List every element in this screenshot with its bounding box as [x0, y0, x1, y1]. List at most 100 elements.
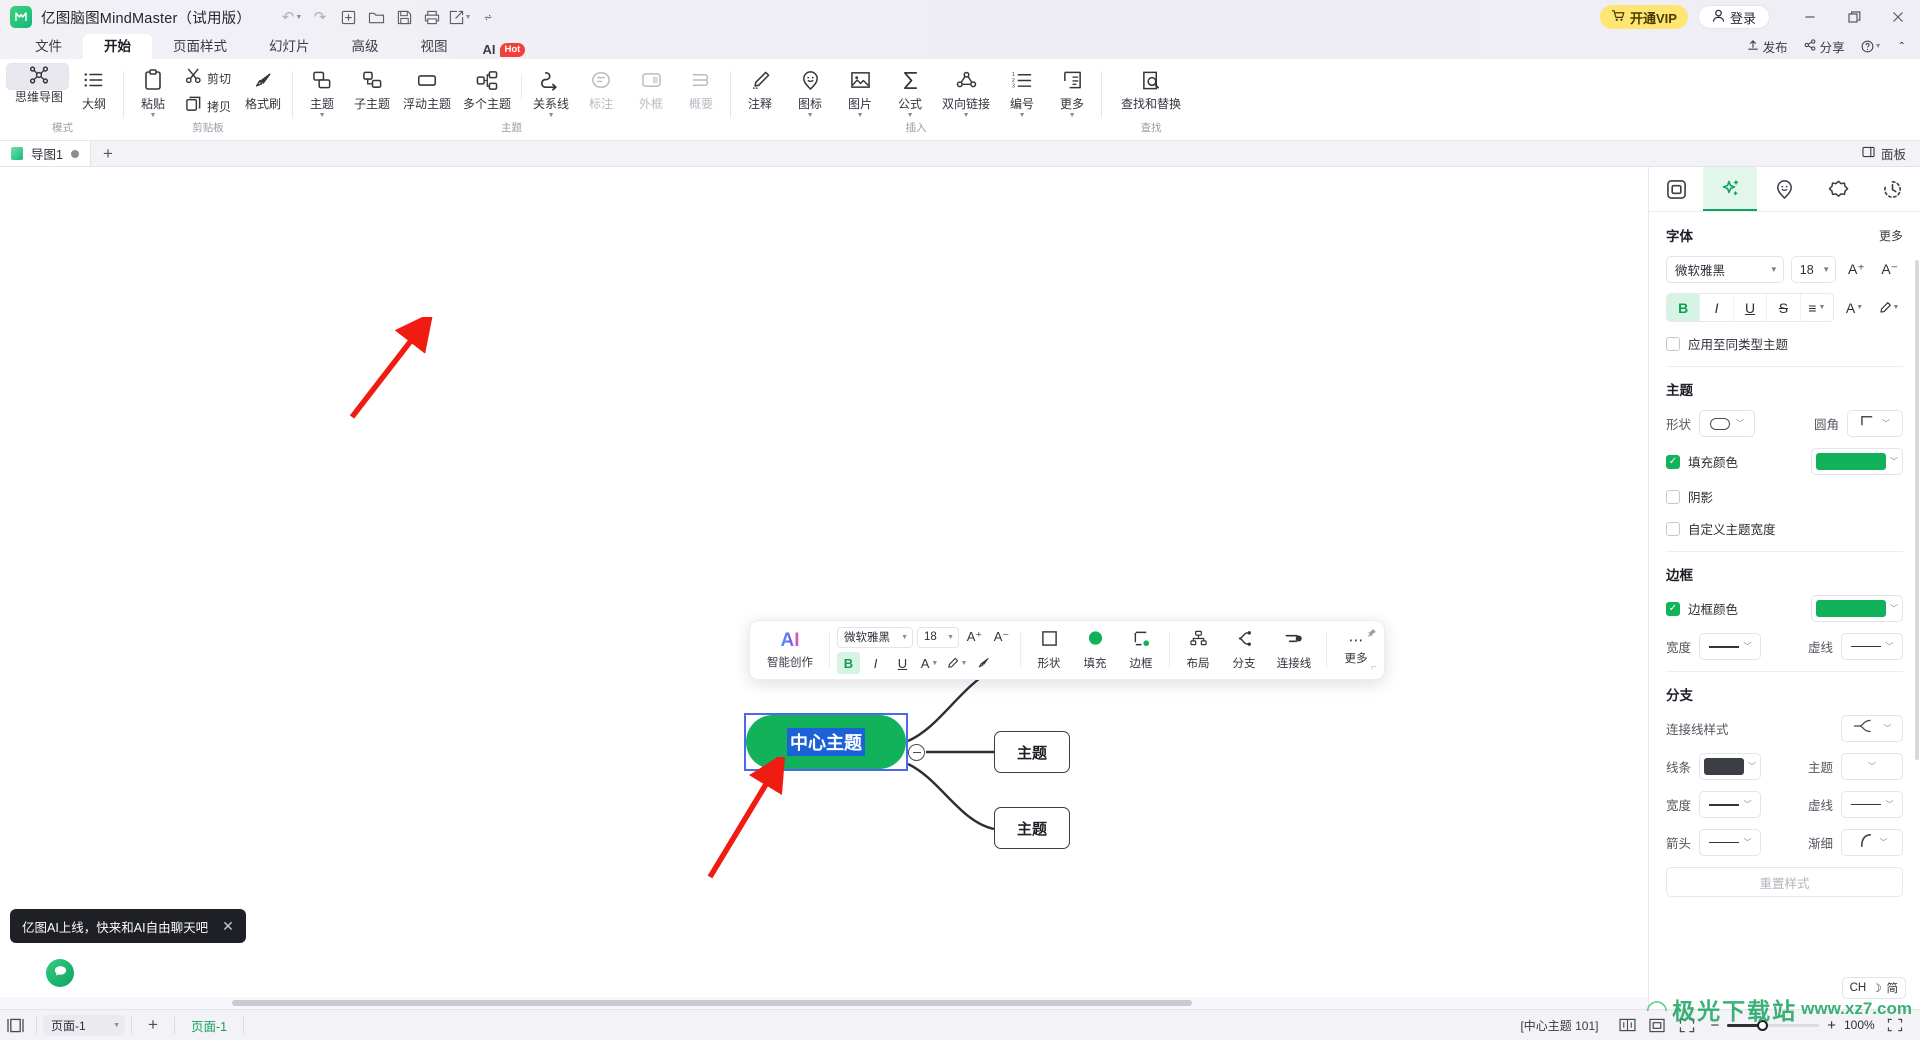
align-button[interactable]: ≡ ▼: [1801, 294, 1833, 321]
tab-slideshow[interactable]: 幻灯片: [248, 34, 331, 59]
chevron-down-icon[interactable]: ▼: [1019, 112, 1026, 119]
tab-icons[interactable]: [1757, 167, 1811, 211]
right-panel-scrollbar[interactable]: [1915, 260, 1919, 760]
tab-history[interactable]: [1866, 167, 1920, 211]
branch-width-select[interactable]: ﹀: [1699, 791, 1762, 818]
customize-toolbar-button[interactable]: ⩫: [475, 5, 501, 29]
topic-node-2[interactable]: 主题: [994, 731, 1070, 773]
close-icon[interactable]: ✕: [222, 918, 234, 935]
font-size-select[interactable]: 18 ▼: [917, 626, 959, 648]
underline-button[interactable]: U: [1734, 294, 1768, 321]
branch-topic-select[interactable]: ﹀: [1841, 753, 1903, 780]
print-button[interactable]: [419, 5, 445, 29]
corner-select[interactable]: ﹀: [1847, 410, 1903, 437]
fit-window-button[interactable]: [1880, 1010, 1910, 1040]
fullscreen-button[interactable]: [1672, 1010, 1702, 1040]
floating-topic-button[interactable]: 浮动主题: [397, 63, 457, 119]
zoom-slider-knob[interactable]: [1757, 1019, 1769, 1031]
tab-page[interactable]: [1649, 167, 1703, 211]
resize-icon[interactable]: ⌐: [1371, 662, 1377, 673]
chevron-down-icon[interactable]: ▼: [1069, 112, 1076, 119]
chevron-down-icon[interactable]: ▼: [548, 112, 555, 119]
format-painter-button[interactable]: 格式刷: [238, 63, 288, 119]
open-button[interactable]: [363, 5, 389, 29]
tab-style[interactable]: [1703, 167, 1758, 211]
redo-button[interactable]: ↷: [307, 5, 333, 29]
maximize-button[interactable]: [1832, 0, 1876, 34]
mindmap-button[interactable]: 思维导图: [6, 63, 70, 104]
font-more-link[interactable]: 更多: [1879, 227, 1903, 244]
outline-button[interactable]: 大纲: [69, 63, 119, 119]
tab-home[interactable]: 开始: [83, 34, 152, 59]
page-select[interactable]: 页面-1 ▼: [43, 1014, 125, 1036]
decrease-font-size-button[interactable]: A⁻: [990, 626, 1013, 648]
cut-button[interactable]: 剪切: [178, 64, 238, 92]
canvas-hscroll-thumb[interactable]: [232, 1000, 1192, 1006]
icon-button[interactable]: 图标 ▼: [785, 63, 835, 119]
tab-advanced[interactable]: 高级: [331, 34, 400, 59]
new-button[interactable]: [335, 5, 361, 29]
chevron-down-icon[interactable]: ▼: [807, 112, 814, 119]
font-size-select[interactable]: 18 ▼: [1790, 256, 1837, 283]
find-replace-button[interactable]: 查找和替换: [1106, 63, 1196, 119]
highlight-color-button[interactable]: ▼: [1875, 294, 1902, 321]
shape-button[interactable]: 形状: [1028, 630, 1070, 671]
book-view-button[interactable]: [1612, 1010, 1642, 1040]
branch-arrow-select[interactable]: ﹀: [1699, 829, 1762, 856]
collapse-ribbon-button[interactable]: ⌃: [1898, 41, 1906, 52]
font-color-button[interactable]: A ▼: [918, 652, 941, 674]
ime-status-badge[interactable]: CH ☽ 简: [1841, 977, 1906, 999]
more-insert-button[interactable]: 更多 ▼: [1047, 63, 1097, 119]
relationship-line-button[interactable]: 关系线 ▼: [526, 63, 576, 119]
fill-color-select[interactable]: ﹀: [1811, 448, 1903, 475]
chevron-down-icon[interactable]: ▼: [907, 112, 914, 119]
bold-button[interactable]: B: [837, 652, 860, 674]
highlight-button[interactable]: ▼: [945, 652, 968, 674]
boundary-button[interactable]: 外框: [626, 63, 676, 119]
topic-button[interactable]: 主题 ▼: [297, 63, 347, 119]
center-topic-selection-frame[interactable]: 中心主题: [744, 713, 908, 771]
chevron-down-icon[interactable]: ▼: [319, 112, 326, 119]
add-page-button[interactable]: +: [138, 1010, 168, 1040]
shadow-checkbox[interactable]: 阴影: [1666, 487, 1903, 506]
italic-button[interactable]: I: [1700, 294, 1734, 321]
ai-chat-fab[interactable]: [46, 959, 74, 987]
doc-tab-1[interactable]: 导图1: [0, 141, 91, 166]
panel-toggle-button[interactable]: 面板: [1862, 141, 1920, 166]
tab-page-style[interactable]: 页面样式: [152, 34, 248, 59]
font-family-select[interactable]: 微软雅黑 ▼: [1666, 256, 1784, 283]
custom-width-checkbox[interactable]: 自定义主题宽度: [1666, 519, 1903, 538]
increase-font-size-button[interactable]: A⁺: [1843, 256, 1869, 283]
subtopic-button[interactable]: 子主题: [347, 63, 397, 119]
border-button[interactable]: 边框: [1120, 630, 1162, 671]
mindmap-canvas[interactable]: 主题 主题 主题 中心主题 AI 智能创作: [0, 167, 1648, 1009]
ai-menu-entry[interactable]: AI Hot: [483, 42, 526, 57]
page-chip[interactable]: 页面-1: [181, 1016, 237, 1035]
decrease-font-size-button[interactable]: A⁻: [1877, 256, 1903, 283]
tab-decorations[interactable]: [1812, 167, 1866, 211]
close-button[interactable]: [1876, 0, 1920, 34]
format-painter-button[interactable]: [972, 652, 995, 674]
formula-button[interactable]: 公式 ▼: [885, 63, 935, 119]
apply-same-type-checkbox[interactable]: 应用至同类型主题: [1666, 334, 1903, 353]
login-button[interactable]: 登录: [1697, 5, 1770, 29]
branch-taper-select[interactable]: ﹀: [1841, 829, 1903, 856]
reset-style-button[interactable]: 重置样式: [1666, 867, 1903, 897]
italic-button[interactable]: I: [864, 652, 887, 674]
pin-icon[interactable]: [1366, 628, 1377, 642]
save-button[interactable]: [391, 5, 417, 29]
border-color-checkbox[interactable]: 边框颜色: [1666, 599, 1738, 618]
publish-button[interactable]: 发布: [1747, 37, 1788, 56]
topic-node-3[interactable]: 主题: [994, 807, 1070, 849]
tab-view[interactable]: 视图: [400, 34, 469, 59]
shape-select[interactable]: ﹀: [1699, 410, 1756, 437]
branch-dash-select[interactable]: ﹀: [1841, 791, 1903, 818]
strikethrough-button[interactable]: S: [1767, 294, 1801, 321]
paste-button[interactable]: 粘贴 ▼: [128, 63, 178, 119]
chevron-down-icon[interactable]: ▼: [963, 112, 970, 119]
minimize-button[interactable]: [1788, 0, 1832, 34]
image-button[interactable]: 图片 ▼: [835, 63, 885, 119]
increase-font-size-button[interactable]: A⁺: [963, 626, 986, 648]
zoom-out-button[interactable]: −: [1710, 1017, 1719, 1034]
line-color-select[interactable]: ﹀: [1699, 753, 1762, 780]
